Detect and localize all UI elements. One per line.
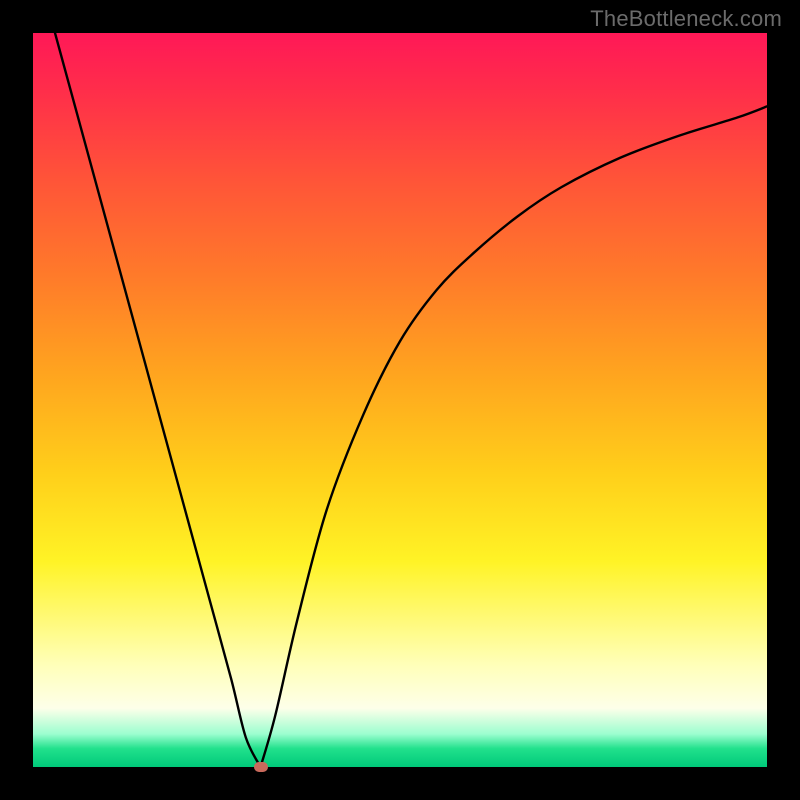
plot-area <box>33 33 767 767</box>
watermark-text: TheBottleneck.com <box>590 6 782 32</box>
curve-right-branch <box>261 106 767 767</box>
chart-frame: TheBottleneck.com <box>0 0 800 800</box>
optimal-point-marker <box>254 762 268 772</box>
bottleneck-curve <box>33 33 767 767</box>
curve-left-branch <box>55 33 261 767</box>
